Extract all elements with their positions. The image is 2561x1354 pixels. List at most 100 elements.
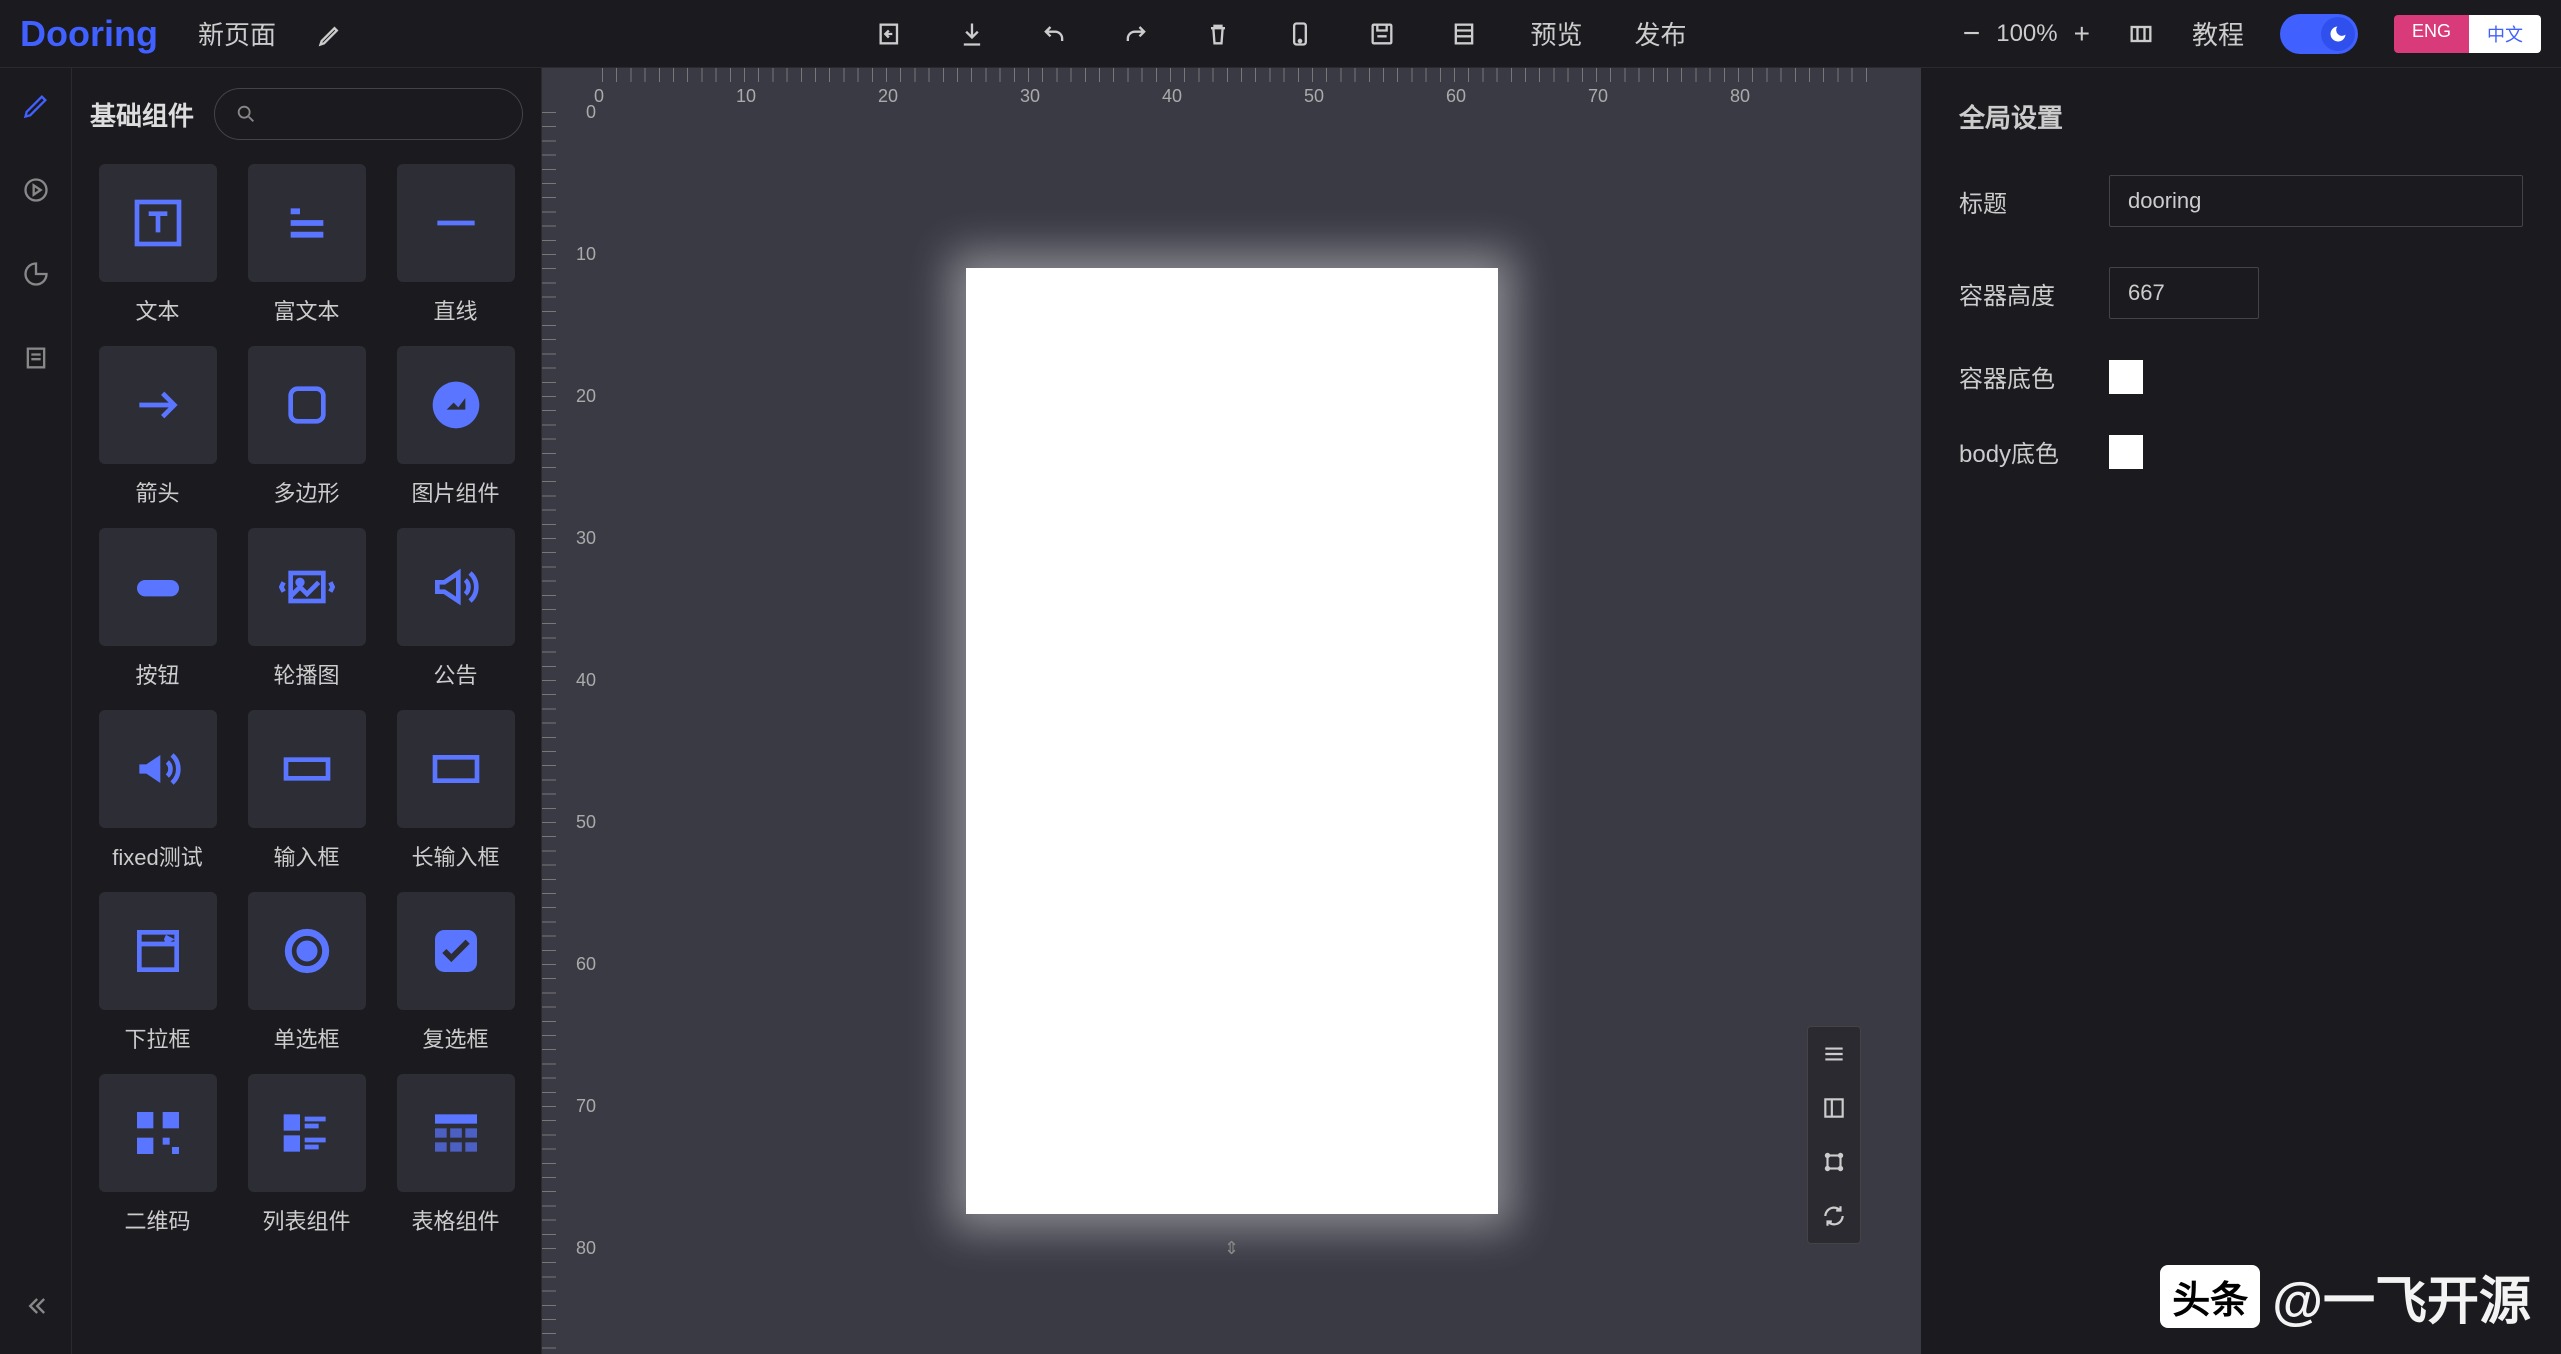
arrow-icon — [99, 346, 217, 464]
zoom-out-icon[interactable]: − — [1963, 17, 1981, 51]
prop-bg-swatch[interactable] — [2109, 360, 2143, 394]
component-list[interactable]: 列表组件 — [239, 1074, 374, 1236]
grid-icon[interactable] — [2126, 19, 2156, 49]
carousel-icon — [248, 528, 366, 646]
layout-icon[interactable] — [1808, 1081, 1860, 1135]
component-label: 多边形 — [273, 476, 339, 508]
download-icon[interactable] — [956, 19, 986, 49]
input-icon — [248, 710, 366, 828]
prop-height-input[interactable] — [2109, 267, 2259, 319]
component-label: 直线 — [433, 294, 477, 326]
layers-icon[interactable] — [1808, 1027, 1860, 1081]
zoom-in-icon[interactable]: + — [2074, 18, 2090, 50]
search-icon — [235, 103, 257, 125]
refresh-icon[interactable] — [1808, 1189, 1860, 1243]
component-label: 按钮 — [135, 658, 179, 690]
component-select[interactable]: 下拉框 — [90, 892, 225, 1054]
component-label: 轮播图 — [273, 658, 339, 690]
component-text[interactable]: 文本 — [90, 164, 225, 326]
moon-icon — [2321, 17, 2355, 51]
ruler-vertical: 01020304050607080 — [542, 112, 602, 1354]
line-icon — [397, 164, 515, 282]
property-panel: 全局设置 标题 容器高度 容器底色 body底色 — [1921, 68, 2561, 1354]
lang-eng-button[interactable]: ENG — [2394, 15, 2469, 53]
component-label: 公告 — [433, 658, 477, 690]
component-richtext[interactable]: 富文本 — [239, 164, 374, 326]
component-label: 图片组件 — [411, 476, 499, 508]
text-icon — [99, 164, 217, 282]
delete-icon[interactable] — [1202, 19, 1232, 49]
preview-link[interactable]: 预览 — [1530, 15, 1582, 52]
component-announce[interactable]: 公告 — [388, 528, 523, 690]
component-label: 复选框 — [422, 1022, 488, 1054]
edit-icon[interactable] — [316, 19, 346, 49]
mini-sidebar — [0, 68, 72, 1354]
component-image[interactable]: 图片组件 — [388, 346, 523, 508]
import-icon[interactable] — [874, 19, 904, 49]
tutorial-link[interactable]: 教程 — [2192, 15, 2244, 52]
component-label: 单选框 — [273, 1022, 339, 1054]
component-button[interactable]: 按钮 — [90, 528, 225, 690]
canvas-page[interactable] — [966, 268, 1498, 1214]
richtext-icon — [248, 164, 366, 282]
ruler-horizontal: 01020304050607080 — [602, 68, 1921, 112]
component-line[interactable]: 直线 — [388, 164, 523, 326]
select-icon — [99, 892, 217, 1010]
logo: Dooring — [20, 13, 158, 55]
canvas-area[interactable]: 01020304050607080 01020304050607080 ⇕ — [542, 68, 1921, 1354]
redo-icon[interactable] — [1120, 19, 1150, 49]
component-label: fixed测试 — [112, 840, 202, 872]
prop-panel-title: 全局设置 — [1959, 98, 2523, 135]
component-label: 箭头 — [135, 476, 179, 508]
component-label: 富文本 — [273, 294, 339, 326]
pen-icon[interactable] — [18, 88, 54, 124]
watermark-text: @一飞开源 — [2272, 1259, 2531, 1334]
bounds-icon[interactable] — [1808, 1135, 1860, 1189]
component-search-input[interactable] — [214, 88, 523, 140]
collapse-icon[interactable] — [18, 1288, 54, 1324]
prop-body-swatch[interactable] — [2109, 435, 2143, 469]
component-checkbox[interactable]: 复选框 — [388, 892, 523, 1054]
mobile-icon[interactable] — [1284, 19, 1314, 49]
component-input[interactable]: 输入框 — [239, 710, 374, 872]
component-qrcode[interactable]: 二维码 — [90, 1074, 225, 1236]
resize-handle-icon[interactable]: ⇕ — [1224, 1238, 1239, 1259]
radio-icon — [248, 892, 366, 1010]
component-label: 列表组件 — [262, 1204, 350, 1236]
save-icon[interactable] — [1366, 19, 1396, 49]
template-icon[interactable] — [1448, 19, 1478, 49]
component-table[interactable]: 表格组件 — [388, 1074, 523, 1236]
theme-toggle[interactable] — [2280, 14, 2358, 54]
lang-zh-button[interactable]: 中文 — [2469, 15, 2541, 53]
component-label: 表格组件 — [411, 1204, 499, 1236]
language-switcher: ENG 中文 — [2394, 15, 2541, 53]
chart-icon[interactable] — [18, 256, 54, 292]
component-panel: 基础组件 文本富文本直线箭头多边形图片组件按钮轮播图公告fixed测试输入框长输… — [72, 68, 542, 1354]
qrcode-icon — [99, 1074, 217, 1192]
component-polygon[interactable]: 多边形 — [239, 346, 374, 508]
prop-title-label: 标题 — [1959, 184, 2109, 219]
publish-link[interactable]: 发布 — [1635, 15, 1687, 52]
checkbox-icon — [397, 892, 515, 1010]
component-carousel[interactable]: 轮播图 — [239, 528, 374, 690]
play-icon[interactable] — [18, 172, 54, 208]
fixed-icon — [99, 710, 217, 828]
component-arrow[interactable]: 箭头 — [90, 346, 225, 508]
undo-icon[interactable] — [1038, 19, 1068, 49]
prop-body-label: body底色 — [1959, 434, 2109, 469]
component-label: 下拉框 — [124, 1022, 190, 1054]
announce-icon — [397, 528, 515, 646]
prop-title-input[interactable] — [2109, 175, 2523, 227]
image-icon — [397, 346, 515, 464]
component-longinput[interactable]: 长输入框 — [388, 710, 523, 872]
zoom-value: 100% — [1996, 20, 2057, 48]
prop-height-label: 容器高度 — [1959, 276, 2109, 311]
form-icon[interactable] — [18, 340, 54, 376]
component-radio[interactable]: 单选框 — [239, 892, 374, 1054]
polygon-icon — [248, 346, 366, 464]
header: Dooring 新页面 预览 发布 − 100% + 教程 ENG 中文 — [0, 0, 2561, 68]
component-fixed[interactable]: fixed测试 — [90, 710, 225, 872]
component-label: 输入框 — [273, 840, 339, 872]
new-page-link[interactable]: 新页面 — [198, 15, 276, 52]
floating-toolbar — [1807, 1026, 1861, 1244]
